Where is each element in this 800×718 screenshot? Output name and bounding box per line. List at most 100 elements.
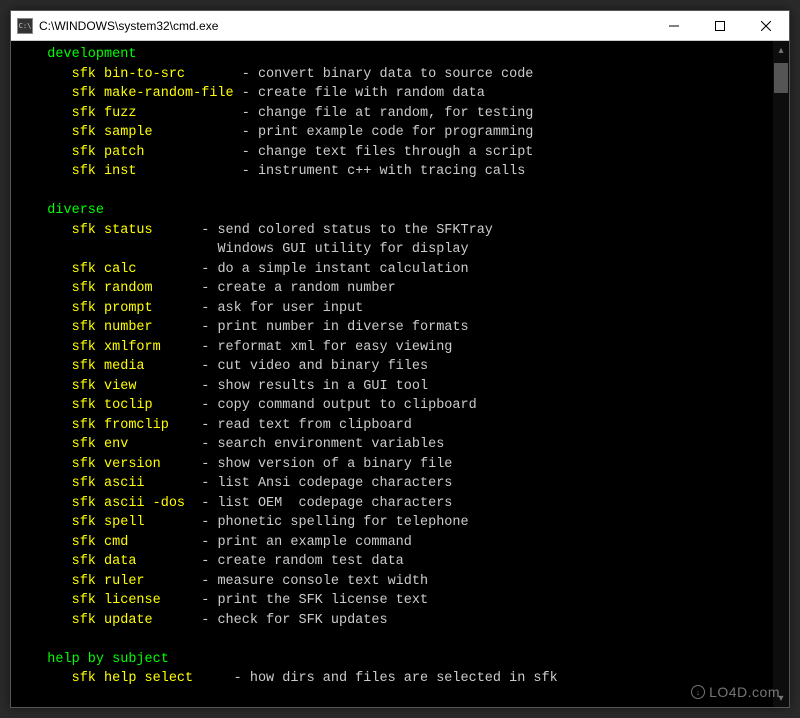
command-separator: - (193, 320, 217, 335)
command-separator: - (193, 301, 217, 316)
command-desc: create random test data (217, 554, 403, 569)
command-desc: measure console text width (217, 574, 428, 589)
command-separator: - (234, 67, 258, 82)
command-separator: - (234, 106, 258, 121)
command-desc: search environment variables (217, 437, 444, 452)
command-name: sfk bin-to-src (23, 67, 234, 82)
command-desc: do a simple instant calculation (217, 262, 468, 277)
command-desc: print number in diverse formats (217, 320, 468, 335)
watermark: ↓ LO4D.com (691, 684, 780, 700)
command-name: sfk prompt (23, 301, 193, 316)
command-name: sfk env (23, 437, 193, 452)
command-separator: - (193, 535, 217, 550)
command-separator: - (226, 671, 250, 686)
command-desc: instrument c++ with tracing calls (258, 164, 525, 179)
command-separator: - (234, 145, 258, 160)
section-header: diverse (23, 203, 104, 218)
command-separator (193, 242, 217, 257)
command-separator: - (193, 554, 217, 569)
command-separator: - (193, 281, 217, 296)
command-separator: - (193, 437, 217, 452)
command-desc: reformat xml for easy viewing (217, 340, 452, 355)
command-name: sfk spell (23, 515, 193, 530)
command-name: sfk cmd (23, 535, 193, 550)
scrollbar-thumb[interactable] (774, 63, 788, 93)
command-desc: list OEM codepage characters (217, 496, 452, 511)
command-name: sfk random (23, 281, 193, 296)
window-title: C:\WINDOWS\system32\cmd.exe (39, 19, 651, 33)
command-desc: create a random number (217, 281, 395, 296)
command-desc: ask for user input (217, 301, 363, 316)
command-desc: show version of a binary file (217, 457, 452, 472)
section-header: development (23, 47, 136, 62)
command-desc: Windows GUI utility for display (217, 242, 468, 257)
window-controls (651, 11, 789, 40)
command-name: sfk toclip (23, 398, 193, 413)
command-name: sfk version (23, 457, 193, 472)
command-separator: - (234, 164, 258, 179)
command-name: sfk number (23, 320, 193, 335)
command-desc: copy command output to clipboard (217, 398, 476, 413)
command-separator: - (193, 574, 217, 589)
close-button[interactable] (743, 11, 789, 40)
command-separator: - (193, 262, 217, 277)
command-desc: phonetic spelling for telephone (217, 515, 468, 530)
command-desc: print example code for programming (258, 125, 533, 140)
command-desc: list Ansi codepage characters (217, 476, 452, 491)
command-desc: send colored status to the SFKTray (217, 223, 492, 238)
command-separator: - (193, 476, 217, 491)
command-name: sfk data (23, 554, 193, 569)
command-desc: show results in a GUI tool (217, 379, 428, 394)
command-desc: create file with random data (258, 86, 485, 101)
command-separator: - (193, 223, 217, 238)
command-desc: change text files through a script (258, 145, 533, 160)
command-name: sfk calc (23, 262, 193, 277)
command-name: sfk ascii -dos (23, 496, 193, 511)
minimize-button[interactable] (651, 11, 697, 40)
download-icon: ↓ (691, 685, 705, 699)
command-name: sfk view (23, 379, 193, 394)
command-name: sfk patch (23, 145, 234, 160)
command-separator: - (193, 418, 217, 433)
command-separator: - (234, 125, 258, 140)
watermark-text: LO4D.com (709, 684, 780, 700)
command-name: sfk help select (23, 671, 226, 686)
command-separator: - (234, 86, 258, 101)
terminal-area: development sfk bin-to-src - convert bin… (11, 41, 789, 707)
section-header: help by subject (23, 652, 169, 667)
command-desc: read text from clipboard (217, 418, 411, 433)
command-desc: check for SFK updates (217, 613, 387, 628)
command-separator: - (193, 457, 217, 472)
command-name: sfk fromclip (23, 418, 193, 433)
command-separator: - (193, 613, 217, 628)
command-name: sfk make-random-file (23, 86, 234, 101)
command-desc: how dirs and files are selected in sfk (250, 671, 558, 686)
command-name: sfk sample (23, 125, 234, 140)
command-name: sfk inst (23, 164, 234, 179)
command-separator: - (193, 398, 217, 413)
command-desc: change file at random, for testing (258, 106, 533, 121)
command-separator: - (193, 593, 217, 608)
command-separator: - (193, 496, 217, 511)
command-desc: convert binary data to source code (258, 67, 533, 82)
app-icon: C:\ (17, 18, 33, 34)
command-name: sfk xmlform (23, 340, 193, 355)
command-separator: - (193, 379, 217, 394)
command-desc: print an example command (217, 535, 411, 550)
maximize-button[interactable] (697, 11, 743, 40)
command-separator: - (193, 359, 217, 374)
command-name: sfk ruler (23, 574, 193, 589)
command-name: sfk update (23, 613, 193, 628)
command-separator: - (193, 515, 217, 530)
command-desc: cut video and binary files (217, 359, 428, 374)
command-name (23, 242, 193, 257)
command-name: sfk status (23, 223, 193, 238)
scrollbar[interactable]: ▴ ▾ (773, 41, 789, 707)
terminal-output[interactable]: development sfk bin-to-src - convert bin… (11, 41, 773, 707)
command-name: sfk ascii (23, 476, 193, 491)
command-name: sfk fuzz (23, 106, 234, 121)
scroll-up-button[interactable]: ▴ (773, 41, 789, 59)
command-desc: print the SFK license text (217, 593, 428, 608)
titlebar[interactable]: C:\ C:\WINDOWS\system32\cmd.exe (11, 11, 789, 41)
command-separator: - (193, 340, 217, 355)
